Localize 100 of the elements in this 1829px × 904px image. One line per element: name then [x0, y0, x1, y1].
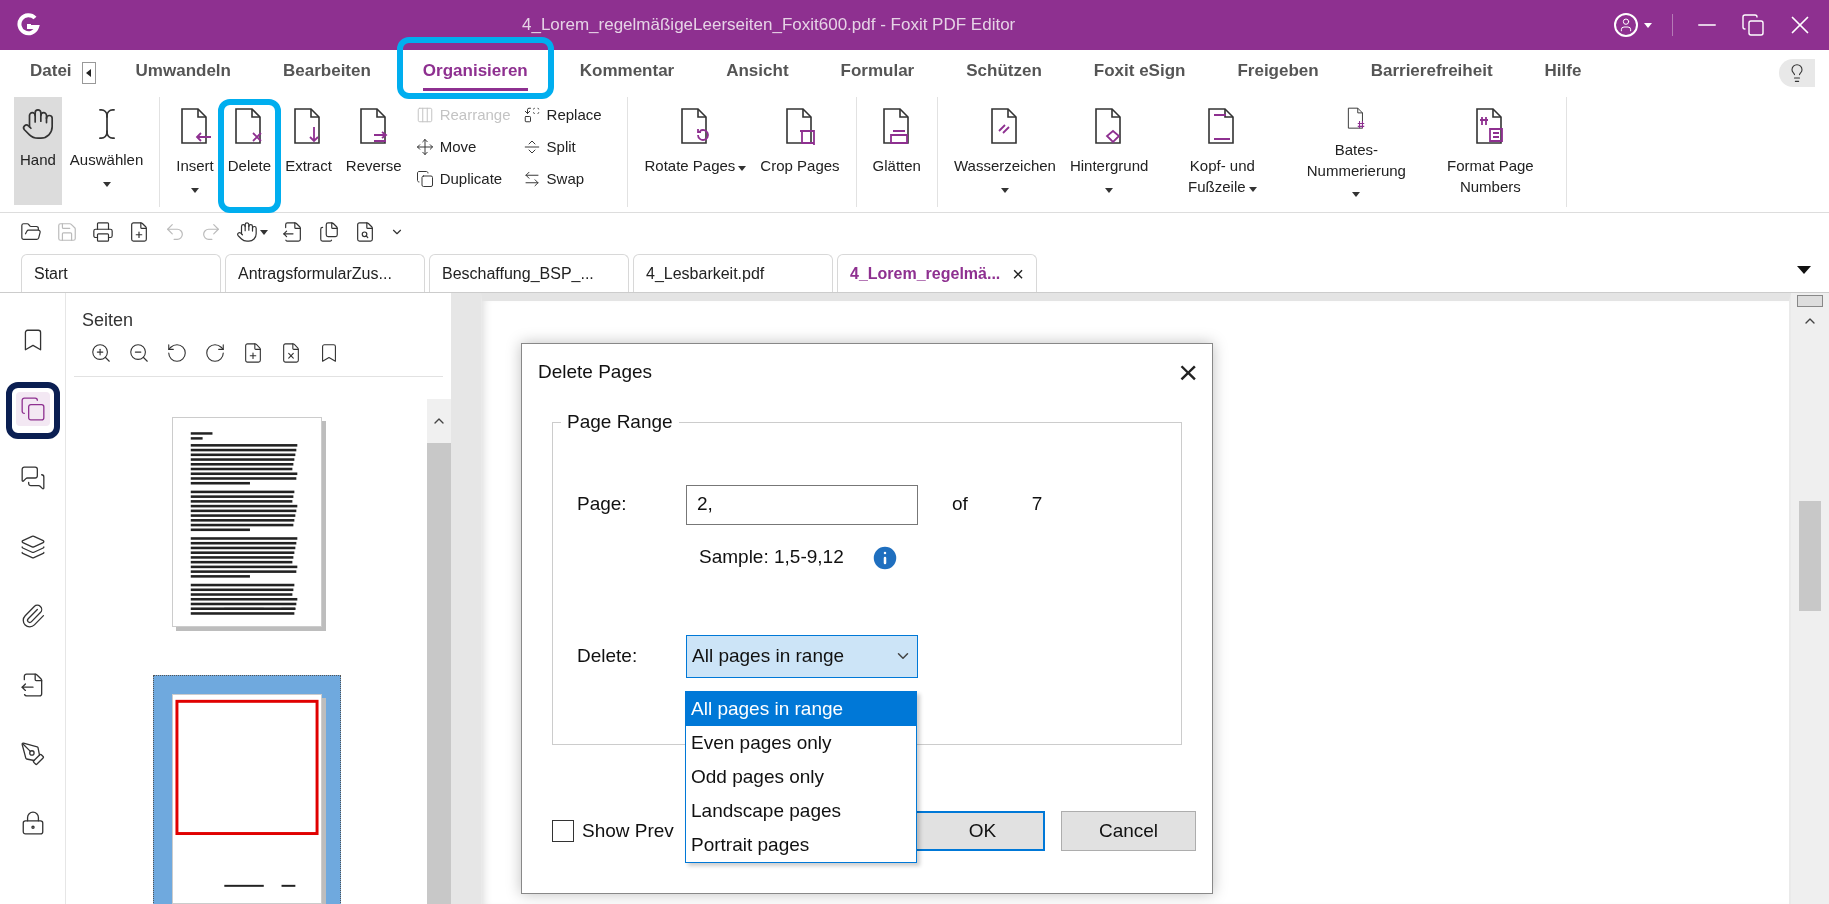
menu-tab[interactable]: Barrierefreiheit — [1370, 54, 1493, 91]
scrollbar[interactable] — [1791, 293, 1829, 904]
replace-icon — [522, 106, 541, 124]
menu-tab[interactable]: Organisieren — [422, 54, 528, 91]
panel-title: Seiten — [81, 309, 135, 332]
ribbon-button[interactable]: Glätten — [866, 97, 927, 205]
menu-tab[interactable]: Ansicht — [726, 54, 789, 91]
document-tab[interactable]: Beschaffung_BSP_... — [429, 254, 629, 292]
move-icon — [415, 138, 434, 156]
ribbon-small-button[interactable]: Replace — [522, 99, 618, 131]
page-x-icon[interactable] — [280, 342, 302, 364]
menu-tab[interactable]: Kommentar — [579, 54, 675, 91]
ribbon-button[interactable]: Extract — [279, 97, 338, 205]
zoom-in-icon[interactable] — [90, 342, 112, 364]
pen-icon — [19, 741, 46, 767]
rotate-right-icon[interactable] — [204, 342, 226, 364]
toolbar-button[interactable] — [236, 221, 268, 243]
page-plus-icon[interactable] — [242, 342, 264, 364]
rotate-left-icon[interactable] — [166, 342, 188, 364]
cancel-button[interactable]: Cancel — [1061, 811, 1196, 851]
export-icon — [282, 221, 304, 243]
menu-tab[interactable]: Formular — [840, 54, 915, 91]
ribbon-button[interactable]: Hintergrund — [1063, 97, 1155, 205]
ribbon-small-button[interactable]: Split — [522, 131, 618, 163]
sidebar-button[interactable] — [15, 392, 50, 426]
tab-list-icon[interactable] — [1797, 266, 1811, 274]
document-tab[interactable]: Start — [21, 254, 221, 292]
document-tab[interactable]: AntragsformularZus... — [225, 254, 425, 292]
ribbon-button[interactable]: Rotate Pages — [638, 97, 753, 205]
ribbon-small-button[interactable]: Move — [415, 131, 511, 163]
menu-tab[interactable]: Hilfe — [1544, 54, 1582, 91]
zoom-out-icon[interactable] — [128, 342, 150, 364]
page-thumbnail[interactable] — [152, 675, 341, 904]
collapse-button[interactable] — [81, 61, 96, 84]
undo-icon — [164, 221, 186, 243]
sample-text: Sample: 1,5-9,12 — [699, 545, 844, 570]
tab-close-button[interactable]: × — [1012, 258, 1024, 289]
toolbar-button[interactable] — [92, 221, 114, 243]
page-input[interactable]: 2, — [686, 484, 918, 525]
copy-icon — [415, 170, 434, 188]
dropdown-option[interactable]: All pages in range — [686, 692, 916, 726]
caret-icon — [260, 229, 268, 235]
folder-icon — [20, 221, 42, 243]
split-icon — [522, 138, 541, 156]
files-icon — [318, 221, 340, 243]
menu-tab[interactable]: Bearbeiten — [283, 54, 371, 91]
app-logo-icon — [16, 13, 40, 37]
ribbon-button[interactable]: Format Page Numbers — [1424, 97, 1557, 205]
field-label: Delete: — [577, 643, 639, 668]
split-handle[interactable] — [1797, 295, 1823, 307]
ribbon-button[interactable]: Delete — [221, 97, 278, 205]
toolbar-button[interactable] — [354, 221, 376, 243]
toolbar-button[interactable] — [128, 221, 150, 243]
document-tab[interactable]: 4_Lesbarkeit.pdf — [633, 254, 833, 292]
grid-icon — [415, 106, 434, 124]
layers-icon — [19, 534, 46, 560]
dialog-title: Delete Pages — [538, 359, 653, 384]
account-icon[interactable] — [1614, 13, 1638, 37]
toolbar-button[interactable] — [282, 221, 304, 243]
ribbon-button[interactable]: Bates-Nummerierung — [1290, 97, 1423, 205]
checkbox[interactable] — [552, 820, 574, 842]
scrollbar-thumb[interactable] — [1799, 501, 1821, 611]
ribbon-button[interactable]: Wasserzeichen — [947, 97, 1062, 205]
ribbon-button[interactable]: Auswählen — [63, 97, 150, 205]
close-button[interactable]: × — [1178, 355, 1198, 389]
group-title: Page Range — [566, 410, 674, 434]
menu-tab[interactable]: Foxit eSign — [1093, 54, 1186, 91]
field-label: Page: — [577, 492, 628, 517]
ribbon-small-button[interactable]: Swap — [522, 163, 618, 195]
toolbar-button[interactable] — [20, 221, 42, 243]
menu-tab[interactable]: Umwandeln — [135, 54, 231, 91]
document-tab[interactable]: 4_Lorem_regelmä... × — [837, 254, 1037, 292]
hand-icon — [20, 107, 55, 141]
dropdown-option[interactable]: Odd pages only — [686, 760, 916, 794]
ribbon-button[interactable]: Reverse — [339, 97, 408, 205]
window-title: 4_Lorem_regelmäßigeLeerseiten_Foxit600.pdf - Foxit PDF Editor — [522, 14, 1016, 37]
menu-tab[interactable]: Schützen — [966, 54, 1042, 91]
ribbon-small-button[interactable]: Duplicate — [415, 163, 511, 195]
ribbon-button[interactable]: Crop Pages — [754, 97, 846, 205]
dropdown-option[interactable]: Even pages only — [686, 726, 916, 760]
file-plus-icon — [128, 221, 150, 243]
file-search-icon — [354, 221, 376, 243]
of-label: of — [952, 492, 968, 517]
checkbox-label: Show Prev — [582, 818, 674, 843]
scrollbar[interactable] — [427, 399, 451, 904]
restore-icon[interactable] — [1741, 13, 1765, 37]
left-triangle-icon — [86, 68, 92, 77]
delete-select[interactable]: All pages in range — [686, 634, 918, 678]
save-icon — [56, 221, 78, 243]
ribbon-button[interactable]: Kopf- und Fußzeile — [1156, 97, 1289, 205]
ribbon-button[interactable]: Hand — [14, 97, 62, 205]
ribbon-button[interactable]: Insert — [170, 97, 220, 205]
pages-icon — [19, 396, 46, 422]
hand-icon — [236, 221, 258, 243]
comments-icon — [19, 465, 46, 491]
menu-tab[interactable]: Freigeben — [1237, 54, 1319, 91]
menu-tab[interactable]: Datei — [30, 54, 72, 91]
toolbar-button[interactable] — [318, 221, 340, 243]
tell-me-button[interactable] — [1779, 58, 1815, 87]
caret-icon[interactable] — [1644, 22, 1652, 28]
